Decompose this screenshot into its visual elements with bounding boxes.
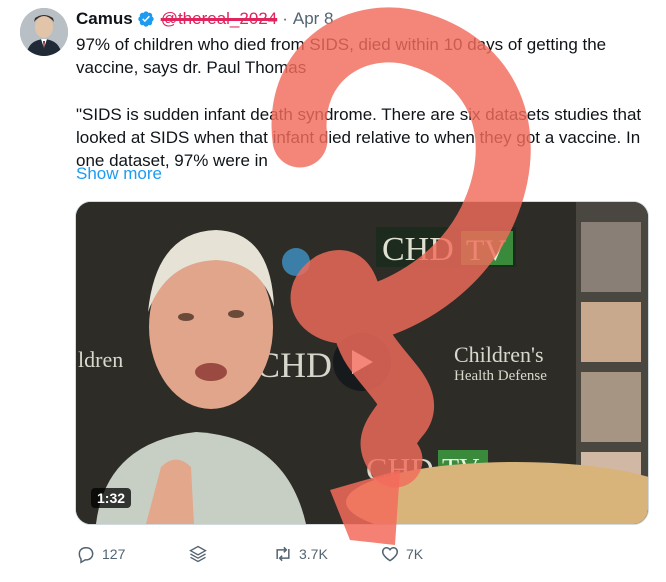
author-name[interactable]: Camus xyxy=(76,9,133,29)
play-icon xyxy=(352,350,373,374)
action-bar: 127 3.7K 7K xyxy=(0,544,666,568)
author-handle[interactable]: @thereal_2024 xyxy=(161,9,278,29)
health-defense-text: Health Defense xyxy=(454,368,547,384)
tweet-header: Camus @thereal_2024 · Apr 8 xyxy=(76,8,334,30)
video-duration: 1:32 xyxy=(91,488,132,508)
reply-icon xyxy=(78,547,94,564)
tweet-text: 97% of children who died from SIDS, died… xyxy=(76,33,656,172)
chd-banner-text: CHD xyxy=(382,231,454,268)
tweet-quote: "SIDS is sudden infant death syndrome. T… xyxy=(76,105,642,170)
show-more-link[interactable]: Show more xyxy=(76,164,162,184)
avatar-portrait-icon xyxy=(20,8,68,56)
left-banner-text: ldren xyxy=(78,347,123,372)
like-button[interactable]: 7K xyxy=(380,544,423,564)
tweet-headline: 97% of children who died from SIDS, died… xyxy=(76,35,607,77)
globe-logo-icon xyxy=(282,248,310,276)
like-count: 7K xyxy=(406,546,424,562)
stack-button[interactable] xyxy=(188,544,208,564)
tv-banner-text: TV xyxy=(466,234,506,267)
post-date[interactable]: Apr 8 xyxy=(293,9,334,29)
reply-count: 127 xyxy=(102,546,126,562)
childrens-text: Children's xyxy=(454,342,544,367)
stack-icon xyxy=(189,545,207,563)
verified-badge-icon xyxy=(137,10,155,28)
repost-icon xyxy=(276,546,290,562)
repost-count: 3.7K xyxy=(299,546,328,562)
repost-button[interactable]: 3.7K xyxy=(273,544,328,564)
avatar[interactable] xyxy=(20,8,68,56)
like-icon xyxy=(381,546,399,562)
separator-dot: · xyxy=(282,9,288,28)
play-button[interactable] xyxy=(333,333,391,391)
reply-button[interactable]: 127 xyxy=(76,544,125,564)
